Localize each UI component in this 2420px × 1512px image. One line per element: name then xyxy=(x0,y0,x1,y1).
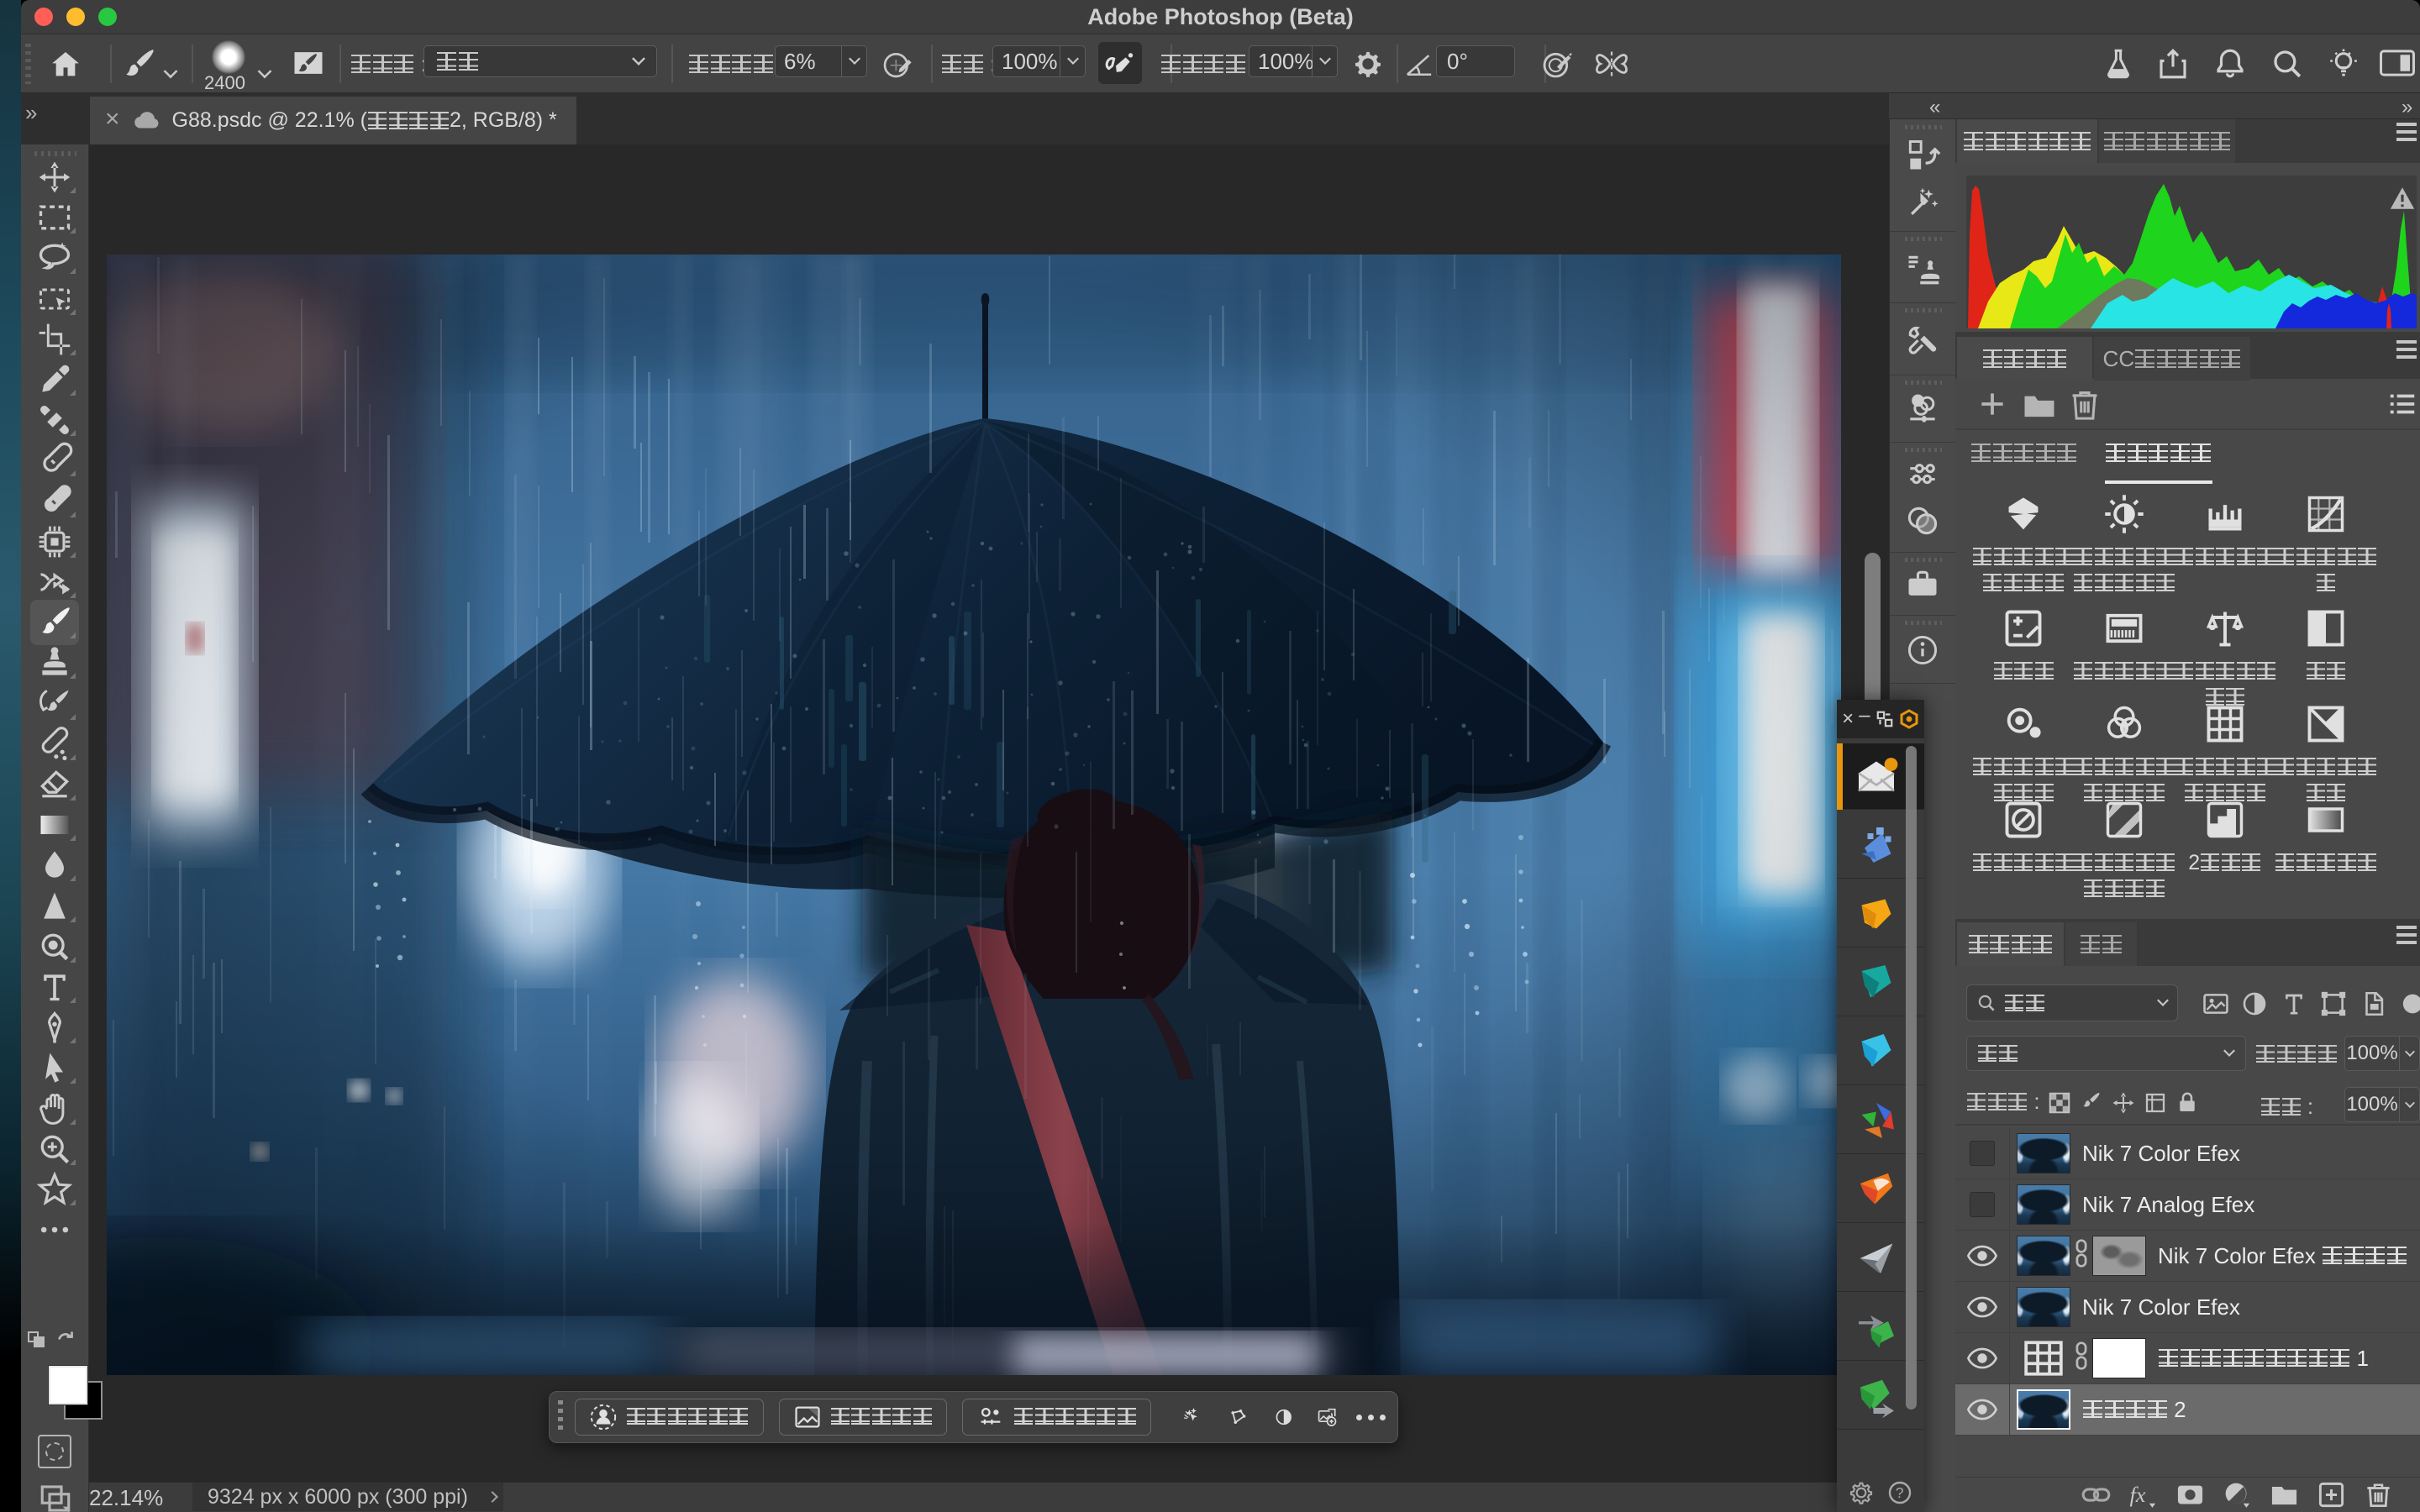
svg-text:?: ? xyxy=(1896,1484,1904,1501)
svg-text:fx: fx xyxy=(2129,1483,2145,1507)
